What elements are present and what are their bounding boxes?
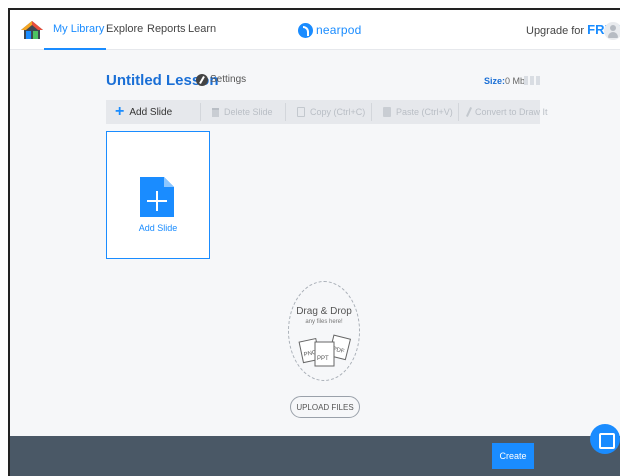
convert-draw-it-button[interactable]: Convert to Draw It xyxy=(465,100,548,124)
upgrade-text: Upgrade for xyxy=(526,25,585,37)
logo-text: nearpod xyxy=(316,23,362,37)
clipboard-icon xyxy=(383,107,391,117)
add-file-icon xyxy=(140,177,174,217)
active-tab-indicator xyxy=(44,48,106,50)
slide-toolbar: + Add Slide Delete Slide Copy (Ctrl+C) P… xyxy=(106,100,548,124)
file-type-ppt: PPT xyxy=(317,356,329,362)
user-avatar-icon[interactable] xyxy=(604,22,620,40)
drop-zone[interactable]: Drag & Drop any files here! PNG PDF PPT xyxy=(288,281,360,381)
paste-label: Paste (Ctrl+V) xyxy=(396,107,453,117)
settings-link[interactable]: Settings xyxy=(210,74,246,85)
size-value: 0 Mb xyxy=(505,76,526,86)
create-button[interactable]: Create xyxy=(492,443,534,469)
add-slide-card-label: Add Slide xyxy=(138,223,178,233)
nearpod-logo[interactable]: nearpod xyxy=(298,21,361,39)
copy-label: Copy (Ctrl+C) xyxy=(310,107,366,117)
chat-icon[interactable] xyxy=(590,424,620,454)
drop-zone-title: Drag & Drop xyxy=(296,306,352,317)
delete-slide-button[interactable]: Delete Slide xyxy=(212,100,273,124)
toolbar-divider xyxy=(285,103,286,121)
toolbar-divider xyxy=(458,103,459,121)
settings-icon[interactable] xyxy=(196,74,208,86)
plus-icon: + xyxy=(115,103,125,120)
copy-button[interactable]: Copy (Ctrl+C) xyxy=(297,100,365,124)
app-frame: My Library Explore Reports Learn nearpod… xyxy=(8,8,620,476)
delete-slide-label: Delete Slide xyxy=(224,107,273,117)
pen-icon xyxy=(465,107,473,117)
size-label: Size: xyxy=(484,76,506,86)
top-nav: My Library Explore Reports Learn nearpod… xyxy=(10,10,620,50)
add-slide-card[interactable]: Add Slide xyxy=(106,131,210,259)
add-slide-label: Add Slide xyxy=(129,106,173,118)
trash-icon xyxy=(212,107,219,117)
toolbar-divider xyxy=(371,103,372,121)
nav-reports[interactable]: Reports xyxy=(147,23,186,35)
drop-zone-subtitle: any files here! xyxy=(305,319,343,325)
bottom-bar: Create xyxy=(10,436,620,476)
toolbar-divider xyxy=(200,103,201,121)
file-types-icon: PNG PDF PPT xyxy=(298,334,352,367)
copy-icon xyxy=(297,107,305,117)
nav-my-library[interactable]: My Library xyxy=(53,23,104,35)
convert-label: Convert to Draw It xyxy=(475,107,548,117)
add-slide-button[interactable]: + Add Slide xyxy=(115,100,172,124)
paste-button[interactable]: Paste (Ctrl+V) xyxy=(383,100,453,124)
nearpod-logo-icon xyxy=(298,22,313,38)
nav-explore[interactable]: Explore xyxy=(106,23,143,35)
size-meter xyxy=(524,76,540,85)
home-icon[interactable] xyxy=(20,20,44,40)
nav-learn[interactable]: Learn xyxy=(188,23,216,35)
upload-files-button[interactable]: UPLOAD FILES xyxy=(290,396,360,418)
